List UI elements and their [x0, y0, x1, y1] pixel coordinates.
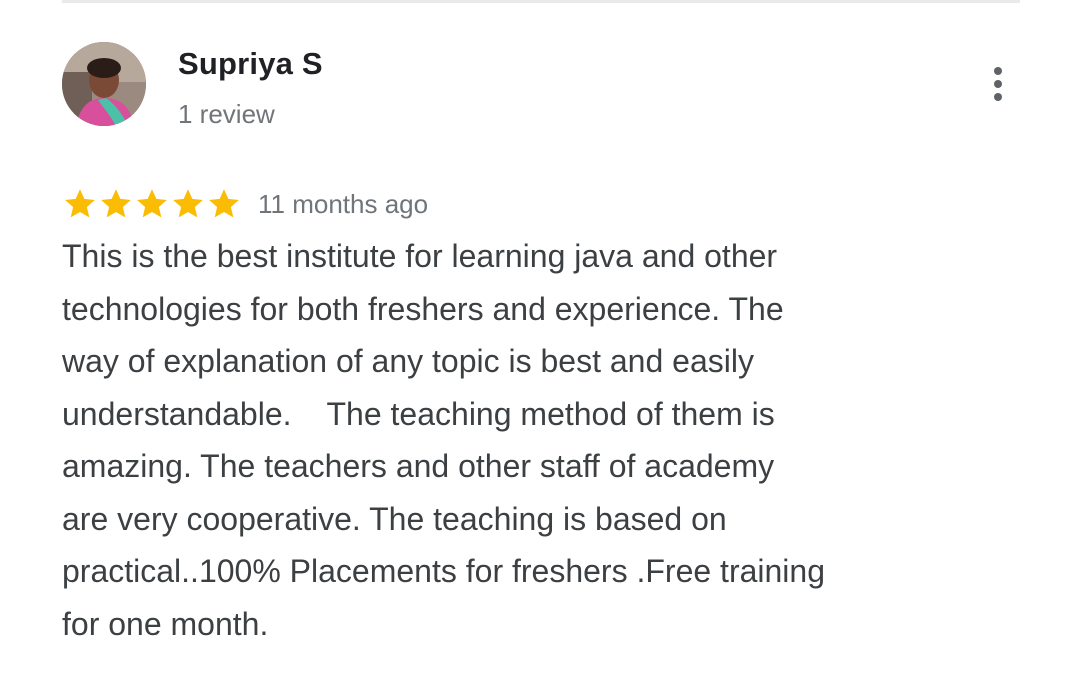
more-options-button[interactable] [978, 62, 1018, 106]
star-icon [65, 189, 95, 218]
review-card: Supriya S 1 review 11 months ago This is… [0, 0, 1080, 678]
rating-row: 11 months ago [62, 184, 428, 224]
reviewer-review-count: 1 review [178, 99, 275, 129]
star-icon [173, 189, 203, 218]
star-icon [209, 189, 239, 218]
review-text: This is the best institute for learning … [62, 238, 825, 642]
star-rating [62, 186, 242, 222]
divider [62, 0, 1020, 3]
avatar-image [62, 42, 146, 126]
more-vert-icon [994, 67, 1002, 101]
star-icon [101, 189, 131, 218]
review-date: 11 months ago [258, 189, 429, 219]
avatar[interactable] [62, 42, 146, 126]
star-icon [137, 189, 167, 218]
reviewer-name[interactable]: Supriya S [178, 44, 323, 84]
